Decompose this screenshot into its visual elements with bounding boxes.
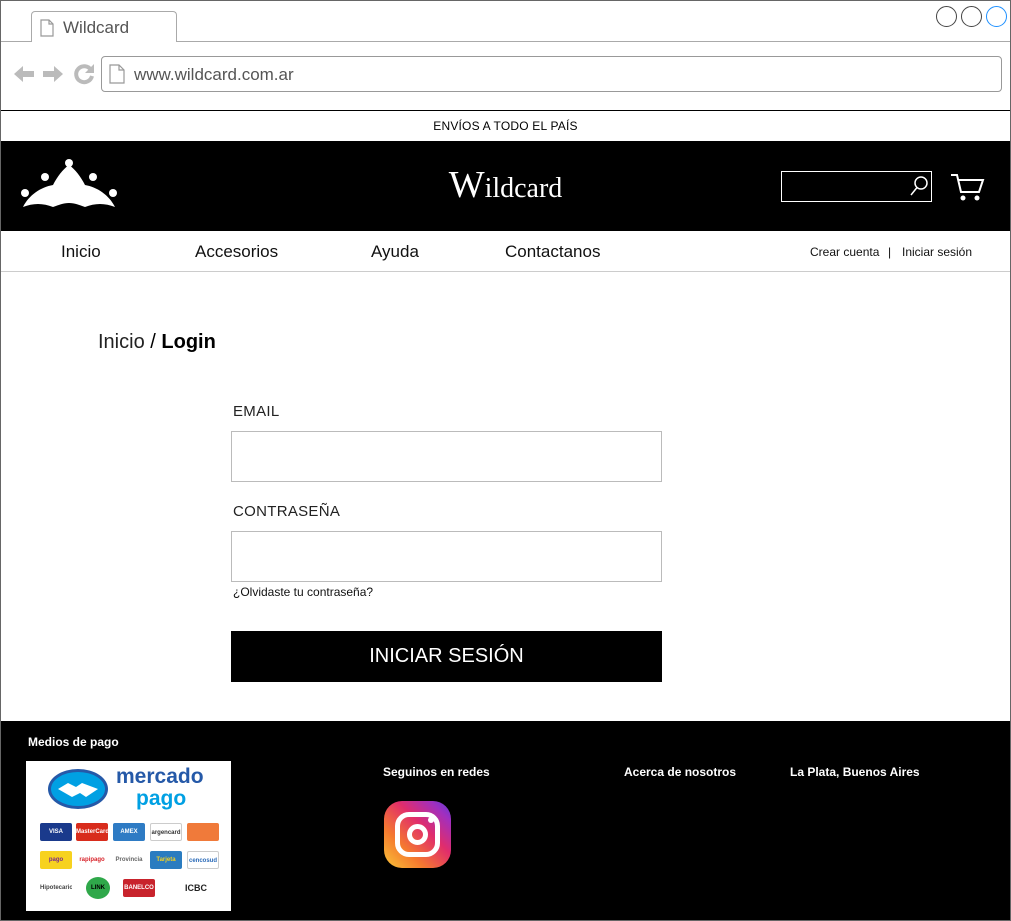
maximize-button[interactable] xyxy=(961,6,982,27)
payment-methods-image: mercado pago VISA MasterCard AMEX argenc… xyxy=(26,761,231,911)
account-separator: | xyxy=(888,245,892,259)
shopping-card-logo: Tarjeta xyxy=(150,851,182,869)
payments-title: Medios de pago xyxy=(28,735,119,749)
url-text: www.wildcard.com.ar xyxy=(134,65,294,84)
mercadopago-text-line1: mercado xyxy=(116,765,204,788)
visa-logo: VISA xyxy=(40,823,72,841)
instagram-icon[interactable] xyxy=(384,801,451,868)
reload-icon[interactable] xyxy=(72,62,96,86)
search-icon[interactable] xyxy=(909,175,929,197)
main-nav: Inicio Accesorios Ayuda Contactanos Crea… xyxy=(1,231,1010,272)
breadcrumb-separator: / xyxy=(150,331,156,353)
hipotecario-logo: Hipotecario xyxy=(40,879,72,897)
brand-initial: W xyxy=(448,164,485,206)
amex-logo: AMEX xyxy=(113,823,145,841)
breadcrumb-current: Login xyxy=(161,331,216,353)
login-button[interactable]: INICIAR SESIÓN xyxy=(231,631,662,682)
link-logo: LINK xyxy=(86,877,110,899)
brand-rest: ildcard xyxy=(484,173,563,204)
mercadopago-handshake-icon xyxy=(48,769,108,809)
browser-window: Wildcard www.wildcard.com.ar ENVÍOS A TO… xyxy=(0,0,1011,921)
close-button[interactable] xyxy=(986,6,1007,27)
naranja-logo xyxy=(187,823,219,841)
page-icon xyxy=(109,64,125,84)
cart-icon[interactable] xyxy=(949,172,985,202)
create-account-link[interactable]: Crear cuenta xyxy=(810,245,879,259)
about-title[interactable]: Acerca de nosotros xyxy=(624,765,736,779)
nav-item-contactanos[interactable]: Contactanos xyxy=(505,242,600,262)
provincia-logo: Provincia xyxy=(113,851,145,869)
browser-tab[interactable]: Wildcard xyxy=(31,11,177,42)
forward-arrow-icon[interactable] xyxy=(41,62,65,86)
instagram-dot xyxy=(428,817,434,823)
location-title: La Plata, Buenos Aires xyxy=(790,765,920,779)
address-bar[interactable]: www.wildcard.com.ar xyxy=(101,56,1002,92)
icbc-logo: ICBC xyxy=(173,879,219,897)
cencosud-logo: cencosud xyxy=(187,851,219,869)
nav-item-accesorios[interactable]: Accesorios xyxy=(195,242,278,262)
browser-chrome: Wildcard www.wildcard.com.ar xyxy=(1,1,1010,111)
site-footer: Medios de pago mercado pago VISA MasterC… xyxy=(1,721,1010,920)
pagofacil-logo: pago xyxy=(40,851,72,869)
rapipago-logo: rapipago xyxy=(76,851,108,869)
mastercard-logo: MasterCard xyxy=(76,823,108,841)
banelco-logo: BANELCO xyxy=(123,879,155,897)
forgot-password-link[interactable]: ¿Olvidaste tu contraseña? xyxy=(233,585,373,599)
email-label: EMAIL xyxy=(233,403,280,420)
instagram-lens xyxy=(407,824,428,845)
password-label: CONTRASEÑA xyxy=(233,503,341,520)
tab-title: Wildcard xyxy=(63,18,130,37)
nav-item-inicio[interactable]: Inicio xyxy=(61,242,101,262)
mercadopago-text-line2: pago xyxy=(136,787,187,810)
minimize-button[interactable] xyxy=(936,6,957,27)
login-link[interactable]: Iniciar sesión xyxy=(902,245,972,259)
argencard-logo: argencard xyxy=(150,823,182,841)
social-title: Seguinos en redes xyxy=(383,765,490,779)
breadcrumb-home[interactable]: Inicio xyxy=(98,331,145,353)
password-field[interactable] xyxy=(231,531,662,582)
nav-item-ayuda[interactable]: Ayuda xyxy=(371,242,419,262)
back-arrow-icon[interactable] xyxy=(12,62,36,86)
email-field[interactable] xyxy=(231,431,662,482)
site-header: Wildcard xyxy=(1,141,1010,231)
breadcrumb: Inicio / Login xyxy=(98,331,216,354)
page-icon xyxy=(40,19,54,37)
announcement-bar: ENVÍOS A TODO EL PAÍS xyxy=(433,119,578,133)
